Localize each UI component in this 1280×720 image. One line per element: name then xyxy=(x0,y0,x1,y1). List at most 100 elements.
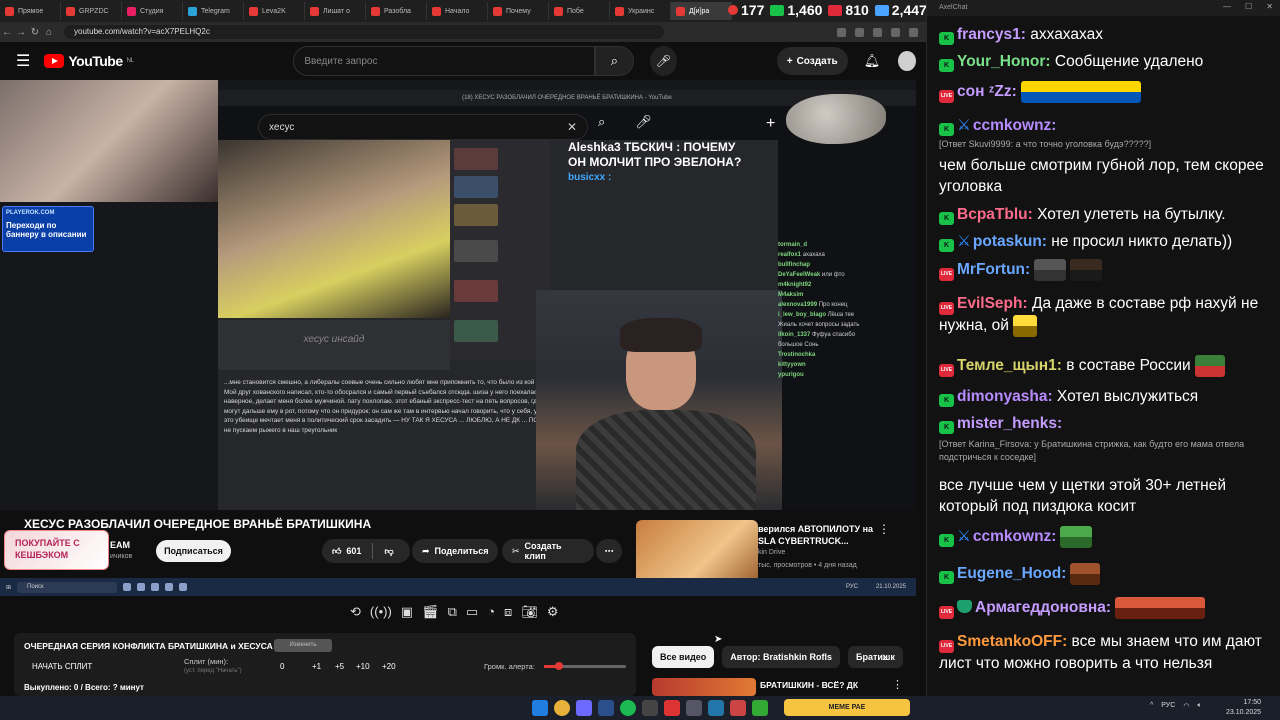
forward-icon[interactable]: → xyxy=(14,27,28,38)
chat-username[interactable]: MrFortun: xyxy=(957,261,1030,278)
chat-username[interactable]: ccmkownz: xyxy=(973,117,1057,134)
menu-icon[interactable]: ☰ xyxy=(16,51,30,71)
start-split-button[interactable]: НАЧАТЬ СПЛИТ xyxy=(32,662,92,671)
chat-username[interactable]: EvilSeph: xyxy=(957,295,1028,312)
volume-icon[interactable]: 🔈︎ xyxy=(1197,702,1201,710)
chat-username[interactable]: francys1: xyxy=(957,26,1026,43)
browser-tab[interactable]: Лишат о xyxy=(305,2,366,20)
subscribe-button[interactable]: Подписаться xyxy=(156,540,231,562)
more-actions-button[interactable]: ⋯ xyxy=(596,539,622,563)
home-icon[interactable]: ⌂ xyxy=(42,27,56,38)
app-icon[interactable] xyxy=(686,700,702,716)
url-field[interactable]: youtube.com/watch?v=acX7PELHQ2c xyxy=(64,25,664,39)
chevron-up-icon[interactable]: ^ xyxy=(1150,702,1153,710)
add-20-button[interactable]: +20 xyxy=(382,662,396,671)
browser-tab[interactable]: Украинс xyxy=(610,2,671,20)
notifications-bell-icon[interactable]: 🔔︎ xyxy=(864,53,881,69)
chat-username[interactable]: ccmkownz: xyxy=(973,528,1057,545)
chevron-right-icon[interactable]: › xyxy=(882,648,887,664)
chat-username[interactable]: Eugene_Hood: xyxy=(957,565,1066,582)
split-badge[interactable]: Изменить xyxy=(274,639,332,652)
back-icon[interactable]: ← xyxy=(0,27,14,38)
language-indicator[interactable]: РУС xyxy=(1161,702,1175,710)
extension-icon[interactable] xyxy=(891,27,900,37)
slider-handle[interactable] xyxy=(554,662,563,670)
add-10-button[interactable]: +10 xyxy=(356,662,370,671)
channel-name[interactable]: EAM xyxy=(110,540,130,550)
thumbs-down-icon[interactable]: 👎︎ xyxy=(384,546,393,557)
voice-search-button[interactable]: 🎤︎ xyxy=(650,46,677,76)
like-dislike-button[interactable]: 👍︎ 601 👎︎ xyxy=(322,539,410,563)
maximize-icon[interactable]: ☐ xyxy=(1245,2,1252,11)
add-5-button[interactable]: +5 xyxy=(335,662,344,671)
chat-username[interactable]: mister_henks: xyxy=(957,415,1062,432)
browser-tab[interactable]: Разобла xyxy=(366,2,427,20)
broadcast-icon[interactable]: ((•)) xyxy=(370,604,392,620)
next-more-icon[interactable]: ⋮ xyxy=(892,678,903,691)
extension-icon[interactable] xyxy=(837,27,846,37)
obs-icon[interactable] xyxy=(642,700,658,716)
app-icon[interactable] xyxy=(730,700,746,716)
share-button[interactable]: ➦ Поделиться xyxy=(412,539,498,563)
chat-username[interactable]: SmetankoOFF: xyxy=(957,633,1067,650)
browser-tab[interactable]: Прямое xyxy=(0,2,61,20)
browser-tab[interactable]: Побе xyxy=(549,2,610,20)
chat-username[interactable]: dimonyasha: xyxy=(957,388,1053,405)
chrome-icon[interactable] xyxy=(554,700,570,716)
split-minutes-value[interactable]: 0 xyxy=(280,662,284,671)
next-video-title[interactable]: БРАТИШКИН - ВСЁ? ДК xyxy=(760,680,858,690)
spotify-icon[interactable] xyxy=(620,700,636,716)
chat-username[interactable]: BcpaTblu: xyxy=(957,206,1033,223)
related-more-icon[interactable]: ⋮ xyxy=(878,522,890,536)
taskbar-meme-widget[interactable]: МЕМЕ РАЕ xyxy=(784,699,910,716)
add-1-button[interactable]: +1 xyxy=(312,662,321,671)
reload-icon[interactable]: ↻ xyxy=(28,27,42,38)
related-video-thumbnail[interactable] xyxy=(636,520,758,584)
theater-icon[interactable]: ▭ xyxy=(466,604,478,620)
video-player[interactable]: (18) ХЕСУС РАЗОБЛАЧИЛ ОЧЕРЕДНОЕ ВРАНЬЁ Б… xyxy=(0,80,916,510)
screenshot-icon[interactable]: ▣ xyxy=(401,604,413,620)
menu-icon[interactable] xyxy=(909,27,918,37)
close-icon[interactable]: ✕ xyxy=(1266,2,1273,11)
steam-icon[interactable] xyxy=(598,700,614,716)
thumbs-up-icon[interactable]: 👍︎ xyxy=(332,546,341,557)
alert-volume-slider[interactable] xyxy=(544,662,626,670)
related-video-title[interactable]: верился АВТОПИЛОТУ на SLA CYBERTRUCK... xyxy=(758,523,876,547)
filter-chip-bratishkin[interactable]: Братишк xyxy=(848,646,903,668)
chat-username[interactable]: potaskun: xyxy=(973,233,1047,250)
browser-tab[interactable]: Leva2K xyxy=(244,2,305,20)
extension-icon[interactable] xyxy=(873,27,882,37)
network-icon[interactable]: ◠ xyxy=(1183,702,1189,710)
app-icon[interactable] xyxy=(752,700,768,716)
app-icon[interactable] xyxy=(664,700,680,716)
settings-gear-icon[interactable]: ⚙ xyxy=(547,604,559,620)
filter-chip-author[interactable]: Автор: Bratishkin Rofls xyxy=(722,646,841,668)
create-button[interactable]: + Создать xyxy=(776,47,848,75)
chat-username[interactable]: Your_Honor: xyxy=(957,53,1051,70)
avatar[interactable] xyxy=(898,51,916,71)
telegram-icon[interactable] xyxy=(708,700,724,716)
browser-tab[interactable]: Д[и]ра xyxy=(671,2,732,20)
chat-username[interactable]: Армагеддоновна: xyxy=(975,599,1111,616)
minimize-icon[interactable]: — xyxy=(1223,2,1231,11)
search-button[interactable]: ⌕ xyxy=(594,46,635,76)
picture-in-picture-icon[interactable]: ⧈ xyxy=(504,604,512,620)
cashback-ad[interactable]: ПОКУПАЙТЕ С КЕШБЭКОМ xyxy=(4,530,109,570)
chat-username[interactable]: Темле_щын1: xyxy=(957,357,1062,374)
browser-tab[interactable]: Почему xyxy=(488,2,549,20)
system-clock[interactable]: 17:50 23.10.2025 xyxy=(1226,698,1261,718)
chat-username[interactable]: сон ᶻZz: xyxy=(957,83,1017,100)
next-video-thumbnail[interactable] xyxy=(652,678,756,696)
clip-button[interactable]: ✂ Создать клип xyxy=(502,539,594,563)
discord-icon[interactable] xyxy=(576,700,592,716)
browser-tab[interactable]: Начало xyxy=(427,2,488,20)
browser-tab[interactable]: Студия xyxy=(122,2,183,20)
camera-icon[interactable]: 📷︎ xyxy=(521,604,538,620)
youtube-logo[interactable]: YouTube NL xyxy=(44,53,134,69)
search-input[interactable]: Введите запрос xyxy=(293,46,595,76)
extension-icon[interactable] xyxy=(855,27,864,37)
filter-chip-all[interactable]: Все видео xyxy=(652,646,715,668)
browser-tab[interactable]: GRPZDC xyxy=(61,2,122,20)
browser-tab[interactable]: Telegram xyxy=(183,2,244,20)
speed-icon[interactable]: ◔ xyxy=(487,604,495,620)
